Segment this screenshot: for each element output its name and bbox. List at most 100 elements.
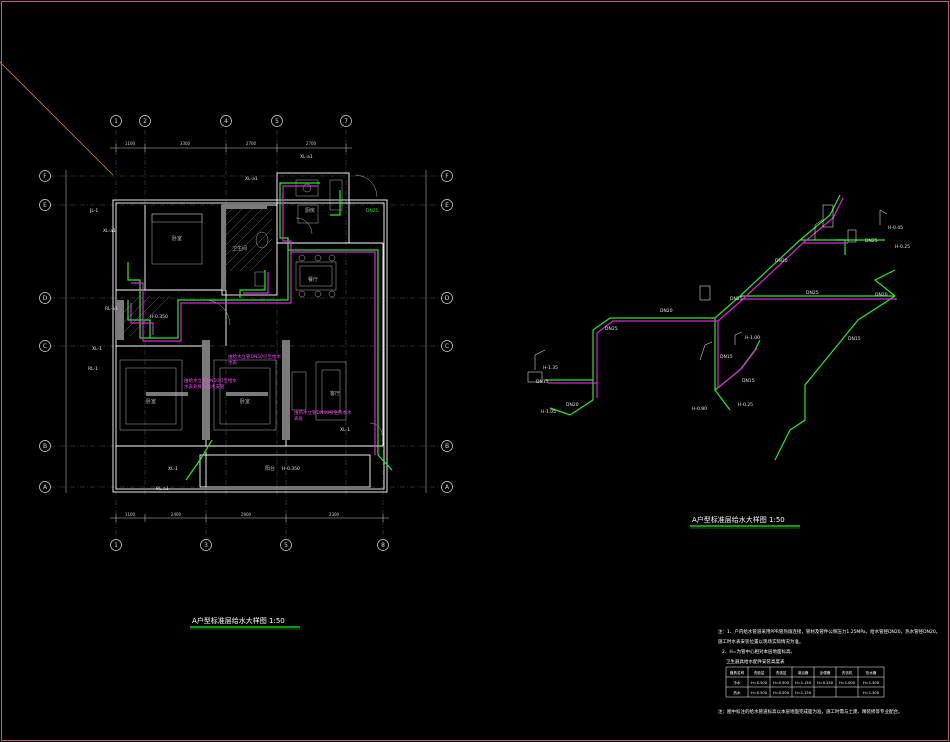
table-cell: H=1.300 xyxy=(863,681,880,685)
room-name: 餐厅 xyxy=(308,276,318,283)
iso-fixtures xyxy=(527,204,888,383)
grid-label: D xyxy=(445,295,450,302)
iso-hmark: H-1.35 xyxy=(543,365,558,371)
iso-hot-pipes xyxy=(548,197,897,398)
floor-plan: 1 2 4 5 7 1 3 5 8 F E D C B A F E D C B … xyxy=(39,115,453,630)
grid-label: 2 xyxy=(143,118,147,125)
grid-label: 8 xyxy=(381,542,385,549)
iso-dn: DN15 xyxy=(536,379,549,385)
magenta-note-3b: 表处 xyxy=(294,415,303,422)
leader-line xyxy=(0,61,114,176)
table-cell: H=1.150 xyxy=(795,681,812,685)
dim-text: 3300 xyxy=(180,141,191,146)
cold-water-pipes xyxy=(127,182,393,481)
table-cell: H=0.250 xyxy=(817,681,834,685)
room-name: 厨房 xyxy=(305,207,315,214)
iso-dn: DN20 xyxy=(775,258,788,264)
grid-lines xyxy=(50,130,444,540)
dim-text: 1100 xyxy=(125,512,136,517)
note-line-1: 注：1、户内给水管道采用PPR管热熔连接，管材及管件公称压力1.25MPa，给水… xyxy=(718,630,941,635)
label-rl1: RL-1 xyxy=(88,366,98,372)
iso-dn: DN15 xyxy=(742,378,755,384)
magenta-note-2b: 水表处接入给水支管 xyxy=(184,383,225,390)
dim-text: 3300 xyxy=(329,512,340,517)
iso-hmark: H-1.00 xyxy=(745,335,760,341)
room-name: 卧室 xyxy=(240,398,250,405)
grid-label: D xyxy=(43,295,48,302)
table-cell: H=1.150 xyxy=(795,691,812,695)
label-dn25: DN25 xyxy=(366,208,379,214)
grid-label: C xyxy=(445,343,449,350)
grid-label: E xyxy=(445,202,449,209)
table-cell: H=0.500 xyxy=(751,691,768,695)
dim-text: 2700 xyxy=(306,141,317,146)
room-names: 卧室 卫生间 厨房 餐厅 客厅 卧室 卧室 阳台 xyxy=(146,207,340,472)
label-xl-top: XL-a1 xyxy=(245,176,258,182)
plan-title: A户型标准层给水大样图 1:50 xyxy=(192,616,285,625)
iso-labels: H-1.35 H-1.00 H-0.25 H-0.45 H-0.25 H-0.8… xyxy=(536,225,910,415)
iso-dn: DN15 xyxy=(848,336,861,342)
isometric-diagram: H-1.35 H-1.00 H-0.25 H-0.45 H-0.25 H-0.8… xyxy=(527,194,910,529)
room-name: 卫生间 xyxy=(232,245,247,252)
grid-label: C xyxy=(43,343,47,350)
note-footer: 注：图中标注的给水管道标高以本层地面完成面为准，施工时需与土建、精装修等专业配合… xyxy=(718,710,903,715)
iso-dn: DN15 xyxy=(720,354,733,360)
magenta-note-3: 由热水立管DN50引至热水水 xyxy=(294,409,352,416)
iso-hmark: H-0.25 xyxy=(895,244,910,250)
table-cell: 冷水 xyxy=(733,680,741,685)
dim-text: 2400 xyxy=(171,512,182,517)
table-cell: 热水器 xyxy=(866,670,877,675)
label-xl: XL-1 xyxy=(92,346,102,352)
iso-dn: DN25 xyxy=(806,290,819,296)
label-xl-right: XL-1 xyxy=(340,427,350,433)
grid-label: 7 xyxy=(344,118,348,125)
table-cell: H=1.000 xyxy=(839,681,856,685)
grid-label: 5 xyxy=(284,542,288,549)
table-cell: 淋浴器 xyxy=(798,670,809,675)
iso-hmark: H-1.05 xyxy=(541,409,556,415)
dim-text: 2900 xyxy=(241,512,252,517)
table-cell: 洗脸盆 xyxy=(754,670,765,675)
label-jl1: JL-1 xyxy=(89,208,98,214)
grid-label: A xyxy=(445,484,450,491)
grid-label: 1 xyxy=(114,542,118,549)
table-cell: H=0.500 xyxy=(773,681,790,685)
notes-table-cells: 器具名称 洗脸盆 洗涤盆 淋浴器 坐便器 洗衣机 热水器 冷水 H=0.500 … xyxy=(730,670,880,695)
iso-hmark: H-0.45 xyxy=(888,225,903,231)
iso-cold-pipes xyxy=(545,194,896,461)
label-rl: RL-a1 xyxy=(105,306,118,312)
grid-label: A xyxy=(43,484,48,491)
iso-dn: DN25 xyxy=(730,296,743,302)
grid-label: 5 xyxy=(275,118,279,125)
magenta-note-2: 由给水立管DN50引至给水 xyxy=(184,377,238,384)
label-bottom-rl: RL-a1 xyxy=(156,486,169,492)
grid-label: F xyxy=(445,173,449,180)
table-cell: 器具名称 xyxy=(730,670,745,675)
iso-hmark: H-0.25 xyxy=(738,402,753,408)
label-bottom-xl: XL-1 xyxy=(168,466,178,472)
dim-text: 1100 xyxy=(125,141,136,146)
label-hmark2: H-0.350 xyxy=(282,466,300,472)
dimension-texts: 1100 3300 2700 2700 1100 2400 2900 3300 xyxy=(125,141,340,517)
grid-label: B xyxy=(43,443,47,450)
iso-title: A户型标准层给水大样图 1:50 xyxy=(692,515,785,524)
grid-label: 4 xyxy=(224,118,228,125)
table-cell: 洗衣机 xyxy=(842,670,853,675)
grid-label: B xyxy=(445,443,449,450)
table-cell: H=0.500 xyxy=(773,691,790,695)
magenta-note-1b: 水表 xyxy=(228,359,237,366)
iso-dn: DN20 xyxy=(875,292,888,298)
room-name: 客厅 xyxy=(330,390,340,397)
dim-text: 2700 xyxy=(246,141,257,146)
table-cell: H=0.500 xyxy=(751,681,768,685)
table-cell: 坐便器 xyxy=(820,670,831,675)
grid-label: E xyxy=(43,202,47,209)
iso-dn: DN20 xyxy=(566,402,579,408)
table-cell: 热水 xyxy=(733,690,741,695)
grid-bubble-labels: 1 2 4 5 7 1 3 5 8 F E D C B A F E D C B … xyxy=(43,118,450,549)
iso-dn: DN20 xyxy=(660,308,673,314)
iso-dn: DN25 xyxy=(605,326,618,332)
note-line-3: 2、H=为管中心相对本层地面标高。 xyxy=(722,650,796,655)
table-cell: 洗涤盆 xyxy=(776,670,787,675)
room-name: 阳台 xyxy=(265,465,275,472)
